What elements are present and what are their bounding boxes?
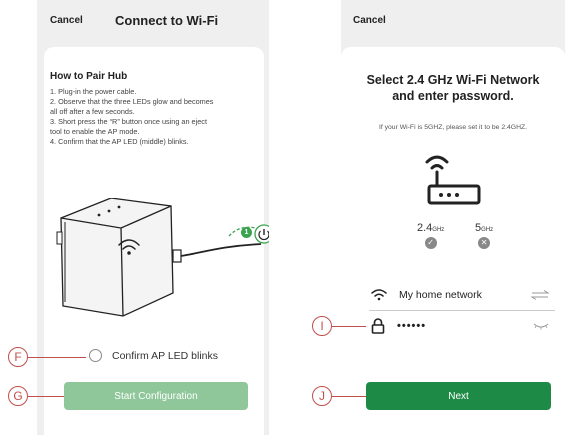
wifi-icon bbox=[371, 289, 387, 301]
step-badge: 1 bbox=[241, 227, 252, 238]
cross-icon: ✕ bbox=[478, 237, 491, 249]
step-line: all off after a few seconds. bbox=[50, 107, 135, 116]
freq-5-option: 5GHz ✕ bbox=[475, 222, 493, 249]
heading-line: and enter password. bbox=[392, 89, 514, 103]
freq-24-option: 2.4GHz ✓ bbox=[417, 222, 444, 249]
select-network-heading: Select 2.4 GHz Wi-Fi Network and enter p… bbox=[341, 72, 565, 104]
heading-line: Select 2.4 GHz Wi-Fi Network bbox=[366, 73, 540, 87]
page-title: Connect to Wi-Fi bbox=[115, 13, 219, 28]
callout-j: J bbox=[312, 386, 332, 406]
select-network-screen: Cancel Select 2.4 GHz Wi-Fi Network and … bbox=[341, 0, 565, 435]
divider bbox=[369, 310, 555, 311]
cancel-button[interactable]: Cancel bbox=[50, 15, 83, 26]
callout-f: F bbox=[8, 347, 28, 367]
hide-password-icon[interactable] bbox=[533, 322, 549, 330]
pairing-steps: 1. Plug-in the power cable. 2. Observe t… bbox=[50, 87, 262, 147]
check-icon: ✓ bbox=[424, 237, 437, 249]
step-line: 1. Plug-in the power cable. bbox=[50, 87, 137, 96]
lock-icon bbox=[371, 318, 385, 334]
callout-i: I bbox=[312, 316, 332, 336]
frequency-hint: If your Wi-Fi is 5GHZ, please set it to … bbox=[378, 124, 528, 131]
hub-illustration: 1 bbox=[51, 197, 269, 328]
step-line: tool to enable the AP mode. bbox=[50, 127, 140, 136]
hub-device-icon bbox=[56, 197, 269, 317]
next-button[interactable]: Next bbox=[366, 382, 551, 410]
cancel-button[interactable]: Cancel bbox=[353, 15, 386, 26]
callout-line bbox=[332, 326, 366, 327]
step-line: 3. Short press the “R” button once using… bbox=[50, 117, 207, 126]
freq-unit: GHz bbox=[481, 227, 494, 233]
callout-line bbox=[28, 396, 64, 397]
switch-network-icon[interactable] bbox=[531, 290, 549, 300]
pair-hub-heading: How to Pair Hub bbox=[50, 71, 128, 82]
callout-line bbox=[28, 357, 86, 358]
router-icon bbox=[425, 155, 481, 205]
callout-g: G bbox=[8, 386, 28, 406]
network-selector[interactable]: My home network bbox=[371, 289, 555, 301]
confirm-led-radio[interactable]: Confirm AP LED blinks bbox=[89, 349, 218, 362]
password-field[interactable]: •••••• bbox=[371, 318, 555, 334]
connect-wifi-screen: Cancel Connect to Wi-Fi How to Pair Hub … bbox=[37, 0, 269, 435]
confirm-label: Confirm AP LED blinks bbox=[112, 349, 219, 362]
step-line: 4. Confirm that the AP LED (middle) blin… bbox=[50, 137, 189, 146]
network-card bbox=[341, 47, 565, 435]
radio-icon[interactable] bbox=[89, 349, 102, 362]
start-configuration-button[interactable]: Start Configuration bbox=[64, 382, 248, 410]
callout-line bbox=[332, 396, 366, 397]
freq-24-label: 2.4 bbox=[417, 222, 433, 234]
password-value: •••••• bbox=[397, 320, 427, 332]
network-name: My home network bbox=[399, 289, 482, 301]
freq-unit: GHz bbox=[432, 227, 445, 233]
step-line: 2. Observe that the three LEDs glow and … bbox=[50, 97, 214, 106]
